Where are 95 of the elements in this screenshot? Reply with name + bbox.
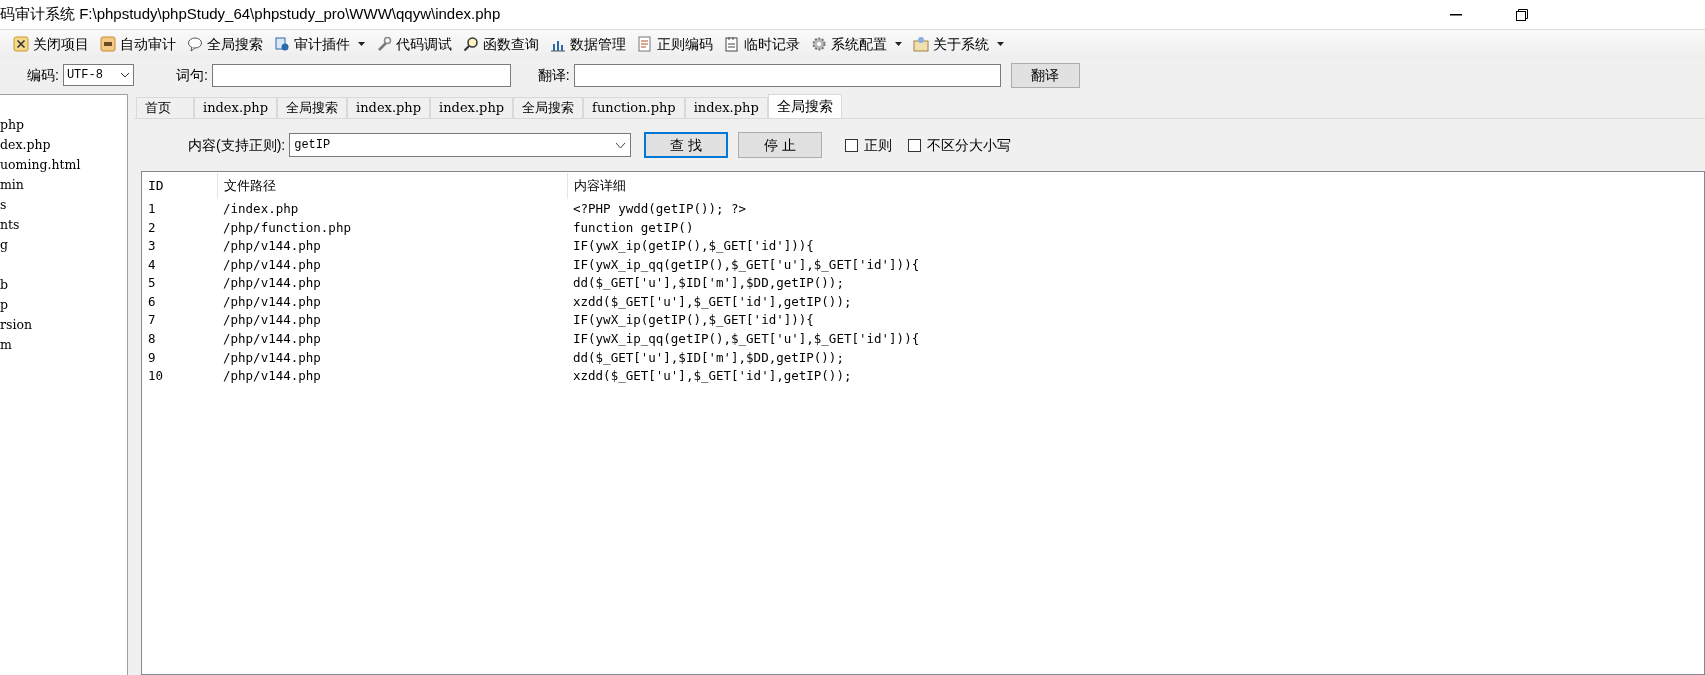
table-cell: xzdd($_GET['u'],$_GET['id'],getIP()); — [573, 293, 852, 309]
table-cell: /php/v144.php — [223, 238, 321, 254]
column-header[interactable]: 内容详细 — [574, 176, 626, 196]
column-header[interactable]: ID — [148, 176, 164, 196]
table-cell: IF(ywX_ip_qq(getIP(),$_GET['u'],$_GET['id'])){ — [573, 256, 920, 272]
find-button[interactable]: 查 找 — [644, 132, 729, 158]
table-cell: 3 — [148, 238, 156, 254]
encoding-label: 编码: — [27, 65, 59, 85]
regex-icon — [637, 36, 653, 52]
minimize-icon[interactable] — [1450, 13, 1462, 16]
tree-item[interactable]: php — [0, 115, 25, 135]
phrase-input[interactable] — [211, 63, 511, 87]
caret-icon[interactable] — [895, 42, 902, 46]
info-box-icon — [913, 36, 929, 52]
toolbar-button[interactable]: 自动审计 — [99, 32, 177, 56]
tab[interactable]: function.php — [583, 97, 685, 118]
document-icon — [100, 36, 116, 52]
translate-input[interactable] — [573, 63, 1001, 87]
toolbar-button[interactable]: 审计插件 — [273, 32, 366, 56]
encoding-select[interactable]: UTF-8 — [62, 64, 134, 86]
tree-item[interactable]: rsion — [0, 315, 32, 335]
table-cell: IF(ywX_ip(getIP(),$_GET['id'])){ — [573, 312, 814, 328]
gear-icon — [811, 36, 827, 52]
tree-item[interactable]: p — [0, 295, 8, 315]
tree-item[interactable]: nts — [0, 215, 20, 235]
tab[interactable]: index.php — [347, 97, 431, 118]
toolbar-button[interactable]: 系统配置 — [810, 32, 903, 56]
table-cell: 8 — [148, 331, 156, 347]
table-cell: 1 — [148, 200, 156, 216]
table-cell: /php/v144.php — [223, 349, 321, 365]
table-cell: /index.php — [223, 200, 299, 216]
table-cell: 9 — [148, 349, 156, 365]
wrench-icon — [376, 36, 392, 52]
search-combobox[interactable]: getIP — [289, 133, 632, 157]
search-icon — [463, 36, 479, 52]
notepad-icon — [724, 36, 740, 52]
table-cell: 4 — [148, 256, 156, 272]
tab[interactable]: index.php — [430, 97, 514, 118]
tree-item[interactable]: b — [0, 275, 8, 295]
tree-item[interactable]: dex.php — [0, 135, 51, 155]
restore-icon[interactable] — [1516, 8, 1528, 21]
tab[interactable]: 全局搜索 — [513, 97, 584, 118]
tree-item[interactable]: g — [0, 235, 8, 255]
tree-item[interactable]: min — [0, 175, 24, 195]
toolbar-button[interactable]: 正则编码 — [636, 32, 714, 56]
table-cell: IF(ywX_ip_qq(getIP(),$_GET['u'],$_GET['id'])){ — [573, 331, 920, 347]
tab[interactable]: 首页 — [136, 97, 194, 118]
table-cell: IF(ywX_ip(getIP(),$_GET['id'])){ — [573, 238, 814, 254]
tree-item[interactable]: m — [0, 335, 12, 355]
table-cell: dd($_GET['u'],$ID['m'],$DD,getIP()); — [573, 275, 844, 291]
toolbar-button[interactable]: 临时记录 — [723, 32, 801, 56]
table-cell: /php/v144.php — [223, 256, 321, 272]
checkbox[interactable] — [908, 138, 922, 152]
tree-item[interactable]: uoming.html — [0, 155, 81, 175]
table-cell: 7 — [148, 312, 156, 328]
table-cell: dd($_GET['u'],$ID['m'],$DD,getIP()); — [573, 349, 844, 365]
tab[interactable]: 全局搜索 — [767, 94, 842, 118]
window-title: 码审计系统 F:\phpstudy\phpStudy_64\phpstudy_pro\WWW\qqyw\index.php — [0, 4, 501, 25]
table-cell: 10 — [148, 368, 164, 384]
toolbar-button[interactable]: 代码调试 — [375, 32, 453, 56]
table-cell: 5 — [148, 275, 156, 291]
plugin-icon — [274, 36, 290, 52]
speech-bubble-icon — [187, 36, 203, 52]
tree-item[interactable]: s — [0, 195, 7, 215]
caret-icon[interactable] — [358, 42, 365, 46]
tab[interactable]: index.php — [684, 97, 768, 118]
translate-label: 翻译: — [537, 65, 570, 85]
table-cell: /php/v144.php — [223, 275, 321, 291]
toolbar-button[interactable]: 关于系统 — [912, 32, 1005, 56]
table-cell: 2 — [148, 219, 156, 235]
search-label: 内容(支持正则): — [188, 135, 286, 155]
toolbar-button[interactable]: 关闭项目 — [12, 32, 90, 56]
phrase-label: 词句: — [175, 65, 208, 85]
close-project-icon — [13, 36, 29, 52]
stop-button[interactable]: 停 止 — [738, 132, 823, 158]
caret-icon[interactable] — [997, 42, 1004, 46]
table-cell: /php/v144.php — [223, 331, 321, 347]
table-cell: <?PHP ywdd(getIP()); ?> — [573, 200, 747, 216]
checkbox-label: 不区分大小写 — [927, 135, 1012, 155]
table-cell: /php/v144.php — [223, 312, 321, 328]
table-cell: /php/v144.php — [223, 368, 321, 384]
toolbar-button[interactable]: 全局搜索 — [186, 32, 264, 56]
checkbox-label: 正则 — [864, 135, 893, 155]
translate-button[interactable]: 翻译 — [1010, 62, 1080, 88]
table-cell: function getIP() — [573, 219, 694, 235]
table-cell: xzdd($_GET['u'],$_GET['id'],getIP()); — [573, 368, 852, 384]
tab[interactable]: 全局搜索 — [277, 97, 348, 118]
checkbox[interactable] — [845, 138, 859, 152]
table-cell: /php/function.php — [223, 219, 351, 235]
toolbar-button[interactable]: 函数查询 — [462, 32, 540, 56]
toolbar-button[interactable]: 数据管理 — [549, 32, 627, 56]
tab[interactable]: index.php — [194, 97, 278, 118]
table-cell: /php/v144.php — [223, 293, 321, 309]
table-cell: 6 — [148, 293, 156, 309]
column-header[interactable]: 文件路径 — [224, 176, 276, 196]
